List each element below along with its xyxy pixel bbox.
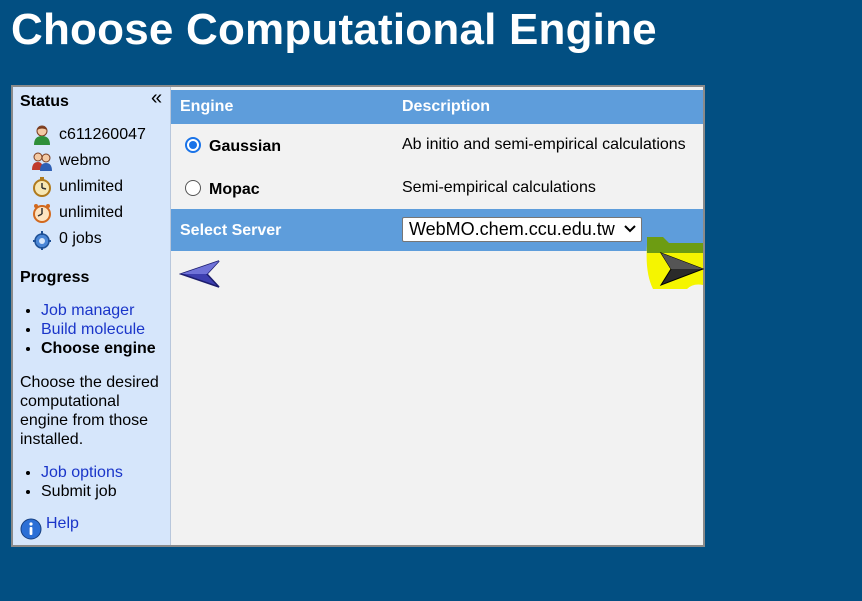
engine-row-gaussian[interactable]: Gaussian Ab initio and semi-empirical ca… [171,127,703,167]
status-jobs: 0 jobs [31,227,102,251]
current-step-choose-engine: Choose engine [41,340,156,357]
server-select-value: WebMO.chem.ccu.edu.tw [409,219,615,239]
group-icon [32,152,52,171]
gaussian-radio[interactable] [185,137,201,153]
engine-column-header: Engine [180,98,234,115]
server-select[interactable]: WebMO.chem.ccu.edu.tw [402,217,642,242]
select-server-label: Select Server [180,222,282,239]
server-bar: Select Server WebMO.chem.ccu.edu.tw [171,209,703,251]
engine-table-header: Engine Description [171,90,703,124]
engine-panel: Engine Description Gaussian Ab initio an… [171,87,705,545]
list-item: Submit job [41,482,123,501]
progress-steps-list: Job manager Build molecule Choose engine [13,301,156,358]
status-time-limit: unlimited [31,175,123,199]
time-limit-text: unlimited [59,178,124,195]
mopac-radio[interactable] [185,180,201,196]
help-row[interactable]: Help [20,515,79,540]
group-text: webmo [59,152,111,169]
collapse-sidebar-icon[interactable]: « [151,88,162,108]
cpu-limit-text: unlimited [59,204,124,221]
mopac-label[interactable]: Mopac [209,181,260,199]
progress-heading: Progress [20,269,90,286]
jobs-gear-icon [33,231,51,250]
chevron-down-icon [624,225,636,233]
status-group: webmo [31,149,111,173]
mopac-description: Semi-empirical calculations [402,179,596,196]
username-text: c611260047 [59,126,146,143]
status-user: c611260047 [31,123,146,147]
status-cpu-limit: unlimited [31,201,123,225]
clock-icon [33,204,51,223]
gaussian-description: Ab initio and semi-empirical calculation… [402,136,686,153]
user-icon [34,125,50,145]
description-column-header: Description [402,98,491,115]
job-options-link[interactable]: Job options [41,464,123,481]
next-arrow-button[interactable] [643,227,705,301]
submit-job-step: Submit job [41,483,117,500]
back-arrow-button[interactable] [179,258,221,290]
step-description: Choose the desired computational engine … [20,374,159,448]
list-item: Job manager [41,301,156,320]
status-heading: Status [20,93,69,110]
list-item: Build molecule [41,320,156,339]
wizard-frame: Status « c611260047 webmo unlimited unli… [11,85,705,547]
jobs-count-text: 0 jobs [59,230,102,247]
sidebar: Status « c611260047 webmo unlimited unli… [13,87,171,545]
list-item: Job options [41,463,123,482]
page-title: Choose Computational Engine [11,5,657,54]
job-manager-link[interactable]: Job manager [41,302,134,319]
list-item: Choose engine [41,339,156,358]
engine-row-mopac[interactable]: Mopac Semi-empirical calculations [171,170,703,210]
help-link[interactable]: Help [46,515,79,533]
gaussian-label[interactable]: Gaussian [209,138,281,156]
info-icon[interactable] [20,518,42,540]
timer-icon [33,177,51,197]
build-molecule-link[interactable]: Build molecule [41,321,145,338]
next-steps-list: Job options Submit job [13,463,123,501]
